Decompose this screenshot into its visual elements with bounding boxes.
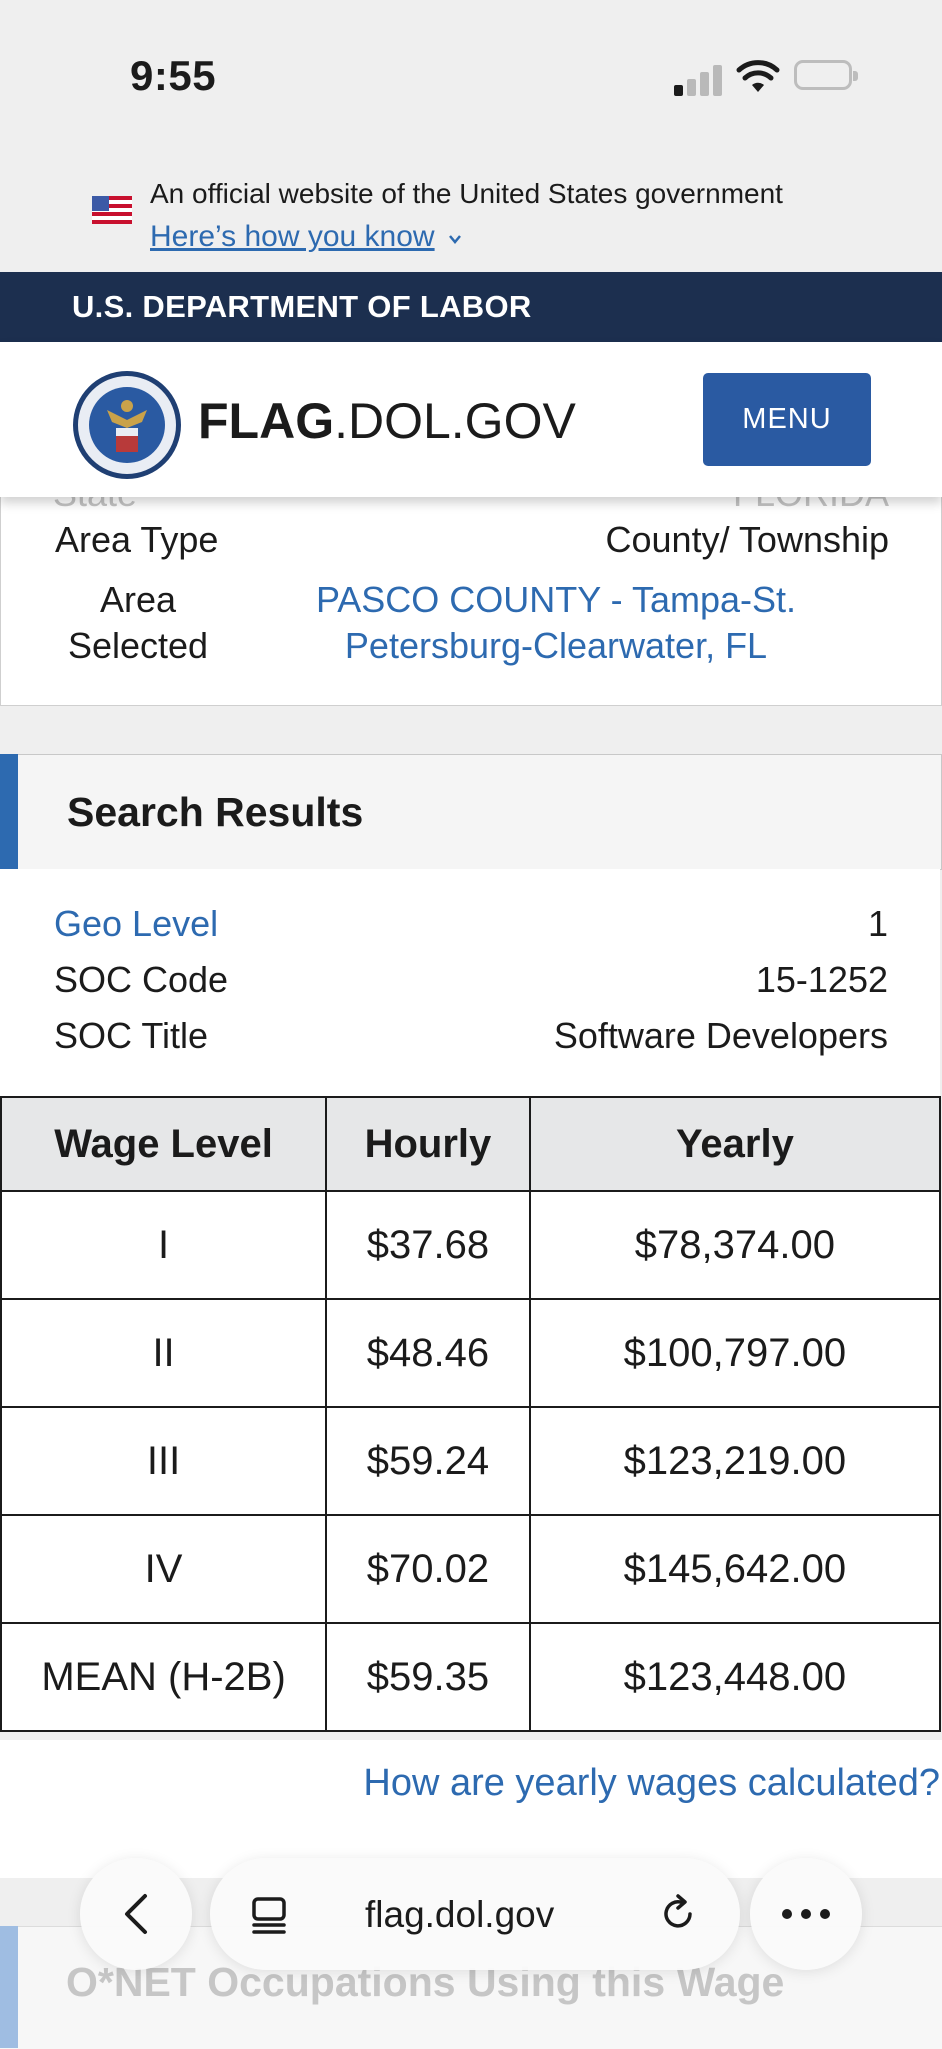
soc-title-label: SOC Title: [54, 1015, 209, 1056]
wifi-icon: [736, 60, 780, 92]
yearly-cell: $123,219.00: [528, 1406, 942, 1516]
dol-seal-logo[interactable]: [72, 370, 182, 480]
results-info: Geo Level 1 SOC Code 15-1252 SOC Title S…: [0, 869, 940, 1097]
wage-level-cell: III: [0, 1406, 328, 1516]
search-results-header: Search Results: [0, 754, 942, 870]
wage-level-cell: IV: [0, 1514, 328, 1624]
more-dots-icon: [782, 1909, 830, 1919]
us-flag-icon: [92, 196, 132, 224]
soc-title-value: Software Developers: [553, 1015, 888, 1056]
yearly-cell: $145,642.00: [528, 1514, 942, 1624]
area-type-value: County/ Township: [605, 519, 890, 560]
state-row-partial: State FLORIDA: [53, 497, 889, 515]
soc-title-row: SOC Title Software Developers: [54, 1015, 888, 1065]
search-details-card: State FLORIDA Area Type County/ Township…: [0, 497, 942, 706]
reload-icon[interactable]: [656, 1892, 700, 1936]
site-header: FLAG.DOL.GOV MENU: [0, 342, 942, 497]
battery-icon: [794, 60, 858, 90]
chevron-down-icon: [449, 235, 461, 244]
department-name: U.S. DEPARTMENT OF LABOR: [72, 289, 532, 324]
hourly-cell: $59.35: [325, 1622, 531, 1732]
cellular-signal-icon: [674, 62, 724, 96]
hourly-cell: $59.24: [325, 1406, 531, 1516]
department-bar: U.S. DEPARTMENT OF LABOR: [0, 272, 942, 342]
menu-button[interactable]: MENU: [703, 373, 871, 466]
gov-banner: An official website of the United States…: [0, 140, 942, 272]
yearly-cell: $123,448.00: [528, 1622, 942, 1732]
hourly-cell: $70.02: [325, 1514, 531, 1624]
wage-level-cell: II: [0, 1298, 328, 1408]
table-row: II $48.46 $100,797.00: [0, 1298, 942, 1408]
yearly-cell: $100,797.00: [528, 1298, 942, 1408]
area-selected-link[interactable]: PASCO COUNTY - Tampa-St. Petersburg-Clea…: [301, 577, 811, 669]
url-text: flag.dol.gov: [365, 1894, 555, 1935]
geo-level-link[interactable]: Geo Level: [54, 903, 218, 944]
wage-level-header: Wage Level: [0, 1096, 328, 1192]
wage-level-cell: I: [0, 1190, 328, 1300]
more-options-button[interactable]: [750, 1858, 862, 1970]
soc-code-value: 15-1252: [755, 959, 888, 1000]
wage-table: Wage Level Hourly Yearly I $37.68 $78,37…: [0, 1096, 942, 1732]
status-bar: 9:55: [0, 0, 942, 140]
yearly-cell: $78,374.00: [528, 1190, 942, 1300]
back-arrow-icon: [125, 1894, 147, 1934]
soc-code-label: SOC Code: [54, 959, 229, 1000]
table-header-row: Wage Level Hourly Yearly: [0, 1096, 942, 1192]
state-label: State: [53, 497, 137, 514]
site-logo-text[interactable]: FLAG.DOL.GOV: [198, 392, 576, 450]
hourly-cell: $48.46: [325, 1298, 531, 1408]
state-value: FLORIDA: [733, 497, 889, 515]
yearly-wages-calc-link[interactable]: How are yearly wages calculated?: [363, 1762, 940, 1805]
wage-level-cell: MEAN (H-2B): [0, 1622, 328, 1732]
yearly-header: Yearly: [528, 1096, 942, 1192]
hourly-cell: $37.68: [325, 1190, 531, 1300]
hourly-header: Hourly: [325, 1096, 531, 1192]
address-bar[interactable]: flag.dol.gov: [210, 1858, 740, 1970]
table-row: I $37.68 $78,374.00: [0, 1190, 942, 1300]
status-time: 9:55: [130, 52, 217, 99]
geo-level-value: 1: [867, 903, 888, 944]
onet-accent-bar: [0, 1926, 18, 2048]
how-you-know-link[interactable]: Here’s how you know: [150, 220, 435, 254]
table-row: III $59.24 $123,219.00: [0, 1406, 942, 1516]
results-accent-bar: [0, 754, 18, 870]
back-button[interactable]: [80, 1858, 192, 1970]
table-row: IV $70.02 $145,642.00: [0, 1514, 942, 1624]
geo-level-row: Geo Level 1: [54, 903, 888, 953]
search-results-title: Search Results: [67, 789, 364, 835]
official-site-text: An official website of the United States…: [150, 178, 783, 209]
area-selected-label: Area Selected: [67, 579, 209, 666]
soc-code-row: SOC Code 15-1252: [54, 959, 888, 1009]
table-row: MEAN (H-2B) $59.35 $123,448.00: [0, 1622, 942, 1732]
tabs-icon[interactable]: [248, 1894, 290, 1936]
area-type-label: Area Type: [55, 519, 219, 560]
